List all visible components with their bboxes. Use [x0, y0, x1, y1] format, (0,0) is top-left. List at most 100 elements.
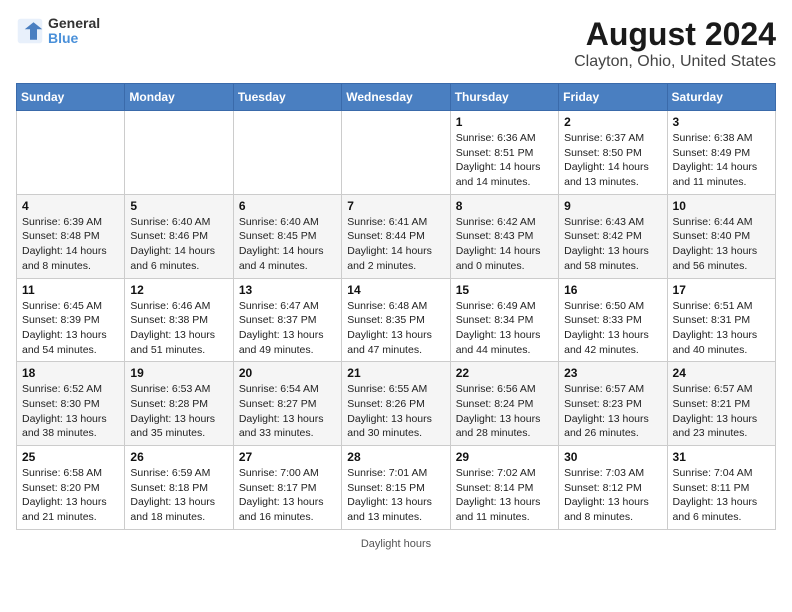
day-number: 19 [130, 366, 227, 380]
day-info: Sunrise: 6:38 AM Sunset: 8:49 PM Dayligh… [673, 131, 770, 190]
day-number: 23 [564, 366, 661, 380]
day-number: 13 [239, 283, 336, 297]
day-info: Sunrise: 6:58 AM Sunset: 8:20 PM Dayligh… [22, 466, 119, 525]
day-number: 12 [130, 283, 227, 297]
day-info: Sunrise: 6:59 AM Sunset: 8:18 PM Dayligh… [130, 466, 227, 525]
calendar-cell: 26Sunrise: 6:59 AM Sunset: 8:18 PM Dayli… [125, 446, 233, 530]
page-title: August 2024 [574, 16, 776, 53]
day-info: Sunrise: 6:37 AM Sunset: 8:50 PM Dayligh… [564, 131, 661, 190]
calendar-cell: 13 Sunrise: 6:47 AM Sunset: 8:37 PM Dayli… [233, 278, 341, 362]
page-header: General Blue August 2024 Clayton, Ohio, … [16, 16, 776, 71]
day-info: Sunrise: 6:47 AM Sunset: 8:37 PM Dayligh… [239, 299, 336, 358]
calendar-cell: 24 Sunrise: 6:57 AM Sunset: 8:21 PM Dayli… [667, 362, 775, 446]
day-info: Sunrise: 6:50 AM Sunset: 8:33 PM Dayligh… [564, 299, 661, 358]
day-info: Sunrise: 6:52 AM Sunset: 8:30 PM Dayligh… [22, 382, 119, 441]
day-info: Sunrise: 7:02 AM Sunset: 8:14 PM Dayligh… [456, 466, 553, 525]
day-info: Sunrise: 7:04 AM Sunset: 8:11 PM Dayligh… [673, 466, 770, 525]
calendar-cell: 6 Sunrise: 6:40 AM Sunset: 8:45 PM Daylig… [233, 194, 341, 278]
day-info: Sunrise: 6:39 AM Sunset: 8:48 PM Dayligh… [22, 215, 119, 274]
day-info: Sunrise: 6:48 AM Sunset: 8:35 PM Dayligh… [347, 299, 444, 358]
calendar-cell: 20Sunrise: 6:54 AM Sunset: 8:27 PM Dayli… [233, 362, 341, 446]
day-number: 24 [673, 366, 770, 380]
day-info: Sunrise: 6:41 AM Sunset: 8:44 PM Dayligh… [347, 215, 444, 274]
day-number: 8 [456, 199, 553, 213]
day-info: Sunrise: 6:57 AM Sunset: 8:21 PM Dayligh… [673, 382, 770, 441]
day-info: Sunrise: 6:51 AM Sunset: 8:31 PM Dayligh… [673, 299, 770, 358]
day-header-monday: Monday [125, 84, 233, 111]
calendar-cell: 14Sunrise: 6:48 AM Sunset: 8:35 PM Dayli… [342, 278, 450, 362]
day-info: Sunrise: 7:00 AM Sunset: 8:17 PM Dayligh… [239, 466, 336, 525]
calendar-cell [342, 111, 450, 195]
logo-text: General Blue [48, 16, 100, 47]
day-info: Sunrise: 6:46 AM Sunset: 8:38 PM Dayligh… [130, 299, 227, 358]
day-header-thursday: Thursday [450, 84, 558, 111]
calendar-cell [233, 111, 341, 195]
day-number: 16 [564, 283, 661, 297]
calendar-cell: 17Sunrise: 6:51 AM Sunset: 8:31 PM Dayli… [667, 278, 775, 362]
day-info: Sunrise: 6:44 AM Sunset: 8:40 PM Dayligh… [673, 215, 770, 274]
calendar-table: SundayMondayTuesdayWednesdayThursdayFrid… [16, 83, 776, 530]
day-info: Sunrise: 6:55 AM Sunset: 8:26 PM Dayligh… [347, 382, 444, 441]
day-info: Sunrise: 6:43 AM Sunset: 8:42 PM Dayligh… [564, 215, 661, 274]
day-number: 3 [673, 115, 770, 129]
day-number: 9 [564, 199, 661, 213]
week-row-2: 4 Sunrise: 6:39 AM Sunset: 8:48 PM Daylig… [17, 194, 776, 278]
calendar-cell: 23 Sunrise: 6:57 AM Sunset: 8:23 PM Dayli… [559, 362, 667, 446]
calendar-cell: 15Sunrise: 6:49 AM Sunset: 8:34 PM Dayli… [450, 278, 558, 362]
day-number: 18 [22, 366, 119, 380]
day-info: Sunrise: 6:42 AM Sunset: 8:43 PM Dayligh… [456, 215, 553, 274]
footer-text: Daylight hours [361, 538, 431, 550]
day-info: Sunrise: 6:45 AM Sunset: 8:39 PM Dayligh… [22, 299, 119, 358]
day-number: 6 [239, 199, 336, 213]
day-info: Sunrise: 6:40 AM Sunset: 8:46 PM Dayligh… [130, 215, 227, 274]
day-info: Sunrise: 7:01 AM Sunset: 8:15 PM Dayligh… [347, 466, 444, 525]
calendar-cell: 7 Sunrise: 6:41 AM Sunset: 8:44 PM Daylig… [342, 194, 450, 278]
day-info: Sunrise: 6:54 AM Sunset: 8:27 PM Dayligh… [239, 382, 336, 441]
calendar-cell: 4 Sunrise: 6:39 AM Sunset: 8:48 PM Daylig… [17, 194, 125, 278]
day-number: 2 [564, 115, 661, 129]
day-info: Sunrise: 6:53 AM Sunset: 8:28 PM Dayligh… [130, 382, 227, 441]
day-number: 31 [673, 450, 770, 464]
day-number: 4 [22, 199, 119, 213]
title-block: August 2024 Clayton, Ohio, United States [574, 16, 776, 71]
day-number: 5 [130, 199, 227, 213]
week-row-5: 25 Sunrise: 6:58 AM Sunset: 8:20 PM Dayli… [17, 446, 776, 530]
day-number: 29 [456, 450, 553, 464]
day-number: 27 [239, 450, 336, 464]
day-number: 25 [22, 450, 119, 464]
calendar-cell: 11 Sunrise: 6:45 AM Sunset: 8:39 PM Dayli… [17, 278, 125, 362]
logo-line2: Blue [48, 31, 100, 46]
calendar-cell: 29 Sunrise: 7:02 AM Sunset: 8:14 PM Dayli… [450, 446, 558, 530]
week-row-3: 11 Sunrise: 6:45 AM Sunset: 8:39 PM Dayli… [17, 278, 776, 362]
day-number: 11 [22, 283, 119, 297]
day-header-tuesday: Tuesday [233, 84, 341, 111]
calendar-cell: 12 Sunrise: 6:46 AM Sunset: 8:38 PM Dayli… [125, 278, 233, 362]
logo-icon [16, 17, 44, 45]
day-number: 15 [456, 283, 553, 297]
page-subtitle: Clayton, Ohio, United States [574, 53, 776, 71]
calendar-cell [17, 111, 125, 195]
calendar-cell: 19 Sunrise: 6:53 AM Sunset: 8:28 PM Dayli… [125, 362, 233, 446]
day-info: Sunrise: 6:56 AM Sunset: 8:24 PM Dayligh… [456, 382, 553, 441]
logo: General Blue [16, 16, 100, 47]
day-number: 1 [456, 115, 553, 129]
day-header-sunday: Sunday [17, 84, 125, 111]
day-header-friday: Friday [559, 84, 667, 111]
day-info: Sunrise: 6:57 AM Sunset: 8:23 PM Dayligh… [564, 382, 661, 441]
footer-note: Daylight hours [16, 538, 776, 550]
calendar-cell: 10 Sunrise: 6:44 AM Sunset: 8:40 PM Dayli… [667, 194, 775, 278]
calendar-cell: 16 Sunrise: 6:50 AM Sunset: 8:33 PM Dayli… [559, 278, 667, 362]
calendar-header-row: SundayMondayTuesdayWednesdayThursdayFrid… [17, 84, 776, 111]
day-number: 7 [347, 199, 444, 213]
calendar-cell: 21Sunrise: 6:55 AM Sunset: 8:26 PM Dayli… [342, 362, 450, 446]
day-info: Sunrise: 6:36 AM Sunset: 8:51 PM Dayligh… [456, 131, 553, 190]
calendar-cell: 1 Sunrise: 6:36 AM Sunset: 8:51 PM Daylig… [450, 111, 558, 195]
calendar-cell: 5 Sunrise: 6:40 AM Sunset: 8:46 PM Daylig… [125, 194, 233, 278]
day-number: 22 [456, 366, 553, 380]
day-info: Sunrise: 6:40 AM Sunset: 8:45 PM Dayligh… [239, 215, 336, 274]
calendar-cell: 28 Sunrise: 7:01 AM Sunset: 8:15 PM Dayli… [342, 446, 450, 530]
day-number: 28 [347, 450, 444, 464]
calendar-cell: 30Sunrise: 7:03 AM Sunset: 8:12 PM Dayli… [559, 446, 667, 530]
day-number: 10 [673, 199, 770, 213]
calendar-cell: 31 Sunrise: 7:04 AM Sunset: 8:11 PM Dayli… [667, 446, 775, 530]
